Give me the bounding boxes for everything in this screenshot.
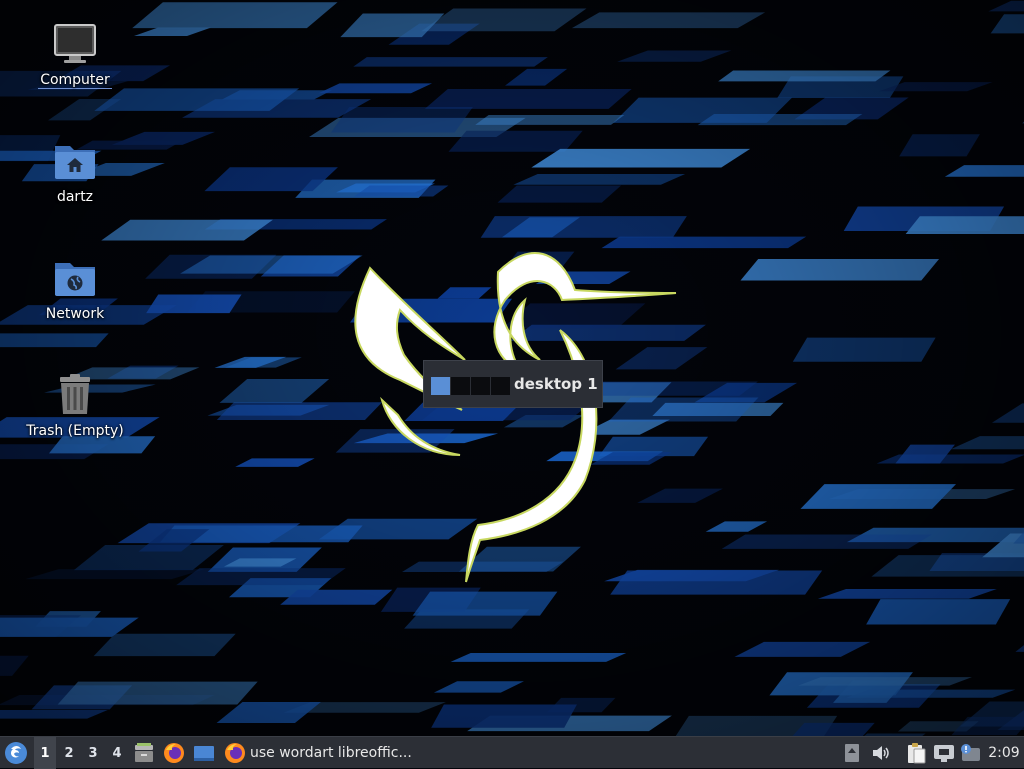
clipboard-icon xyxy=(908,743,926,764)
trash-icon xyxy=(60,374,90,414)
start-menu-button[interactable] xyxy=(2,737,30,769)
workspace-switch-popup: desktop 1 xyxy=(423,360,603,408)
network-folder-icon xyxy=(55,263,95,296)
firefox-icon xyxy=(225,743,245,763)
task-title: use wordart libreoffic... xyxy=(250,745,412,761)
desktop-icon-home[interactable]: dartz xyxy=(15,137,135,205)
desktop-icon-label: Network xyxy=(45,306,105,322)
firefox-launcher[interactable] xyxy=(162,737,186,769)
home-folder-icon xyxy=(55,146,95,179)
update-arrow-icon xyxy=(845,744,859,762)
workspace-name: desktop 1 xyxy=(514,375,598,393)
workspace-button-4[interactable]: 4 xyxy=(106,737,128,769)
show-desktop-icon xyxy=(194,746,214,761)
desktop-icon-label: dartz xyxy=(56,189,94,205)
network-icon xyxy=(934,745,954,762)
tray-volume[interactable] xyxy=(868,737,892,769)
workspace-button-2[interactable]: 2 xyxy=(58,737,80,769)
notification-icon xyxy=(961,744,980,761)
volume-icon xyxy=(873,746,889,760)
clock-time: 2:09 xyxy=(988,745,1020,761)
taskbar-task-firefox[interactable]: use wordart libreoffic... xyxy=(222,737,422,769)
desktop-icon-label: Trash (Empty) xyxy=(26,423,124,439)
workspace-cell-1 xyxy=(431,377,450,395)
file-manager-icon xyxy=(135,743,153,762)
show-desktop-launcher[interactable] xyxy=(192,737,216,769)
tray-clipboard[interactable] xyxy=(904,737,928,769)
monitor-icon xyxy=(54,24,96,63)
start-menu-icon xyxy=(5,742,27,764)
tray-notifications[interactable] xyxy=(958,737,982,769)
clock[interactable]: 2:09 xyxy=(984,737,1024,769)
workspace-cell-4 xyxy=(491,377,510,395)
desktop-icon-trash[interactable]: Trash (Empty) xyxy=(15,371,135,439)
desktop-icon-computer[interactable]: Computer xyxy=(15,20,135,89)
workspace-cell-2 xyxy=(451,377,470,395)
tray-updates[interactable] xyxy=(842,737,862,769)
firefox-icon xyxy=(164,743,184,763)
workspace-button-1[interactable]: 1 xyxy=(34,737,56,769)
workspace-cell-3 xyxy=(471,377,490,395)
desktop-icon-label: Computer xyxy=(38,72,112,89)
taskbar: 1 2 3 4 use wordart libreoffic... 2:09 xyxy=(0,736,1024,769)
tray-network[interactable] xyxy=(932,737,956,769)
file-manager-launcher[interactable] xyxy=(132,737,156,769)
desktop-icon-network[interactable]: Network xyxy=(15,254,135,322)
workspace-button-3[interactable]: 3 xyxy=(82,737,104,769)
